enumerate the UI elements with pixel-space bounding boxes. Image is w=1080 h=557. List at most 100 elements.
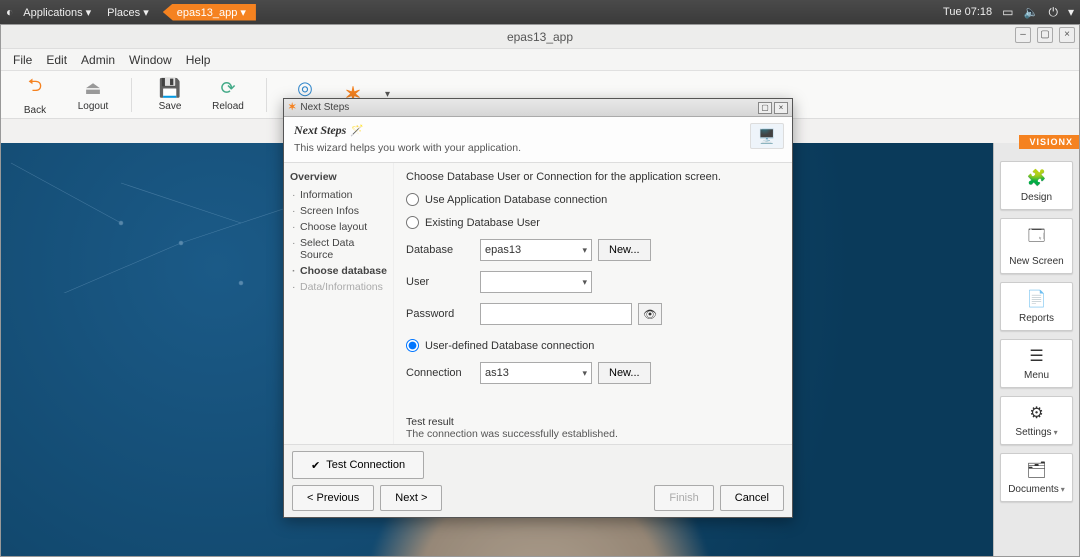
taskbar-app-tab[interactable]: epas13_app ▾ (163, 4, 256, 21)
user-combo[interactable]: ▾ (480, 271, 592, 293)
radio-userdef-connection[interactable] (406, 339, 419, 352)
side-design-label: Design (1021, 192, 1052, 203)
side-menu-button[interactable]: ☰ Menu (1000, 339, 1073, 388)
wizard-step-data-info: Data/Informations (294, 279, 387, 295)
wizard-step-screen-infos[interactable]: Screen Infos (294, 203, 387, 219)
toolbar-logout-label: Logout (78, 101, 109, 112)
visionx-brand-tag: VISIONX (1019, 135, 1079, 149)
side-reports-label: Reports (1019, 313, 1054, 324)
connection-combo-value: as13 (485, 367, 509, 379)
toolbar-back-label: Back (24, 105, 46, 116)
test-result-block: Test result The connection was successfu… (406, 416, 780, 440)
window-close-button[interactable]: × (1059, 27, 1075, 43)
reports-icon: 📄 (1027, 289, 1047, 309)
radio-use-app-db[interactable] (406, 193, 419, 206)
wizard-window-icon: ✶ (288, 102, 296, 113)
eye-icon: 👁 (643, 308, 657, 321)
side-newscreen-button[interactable]: 🗔 New Screen (1000, 218, 1073, 274)
os-menu-applications[interactable]: Applications ▾ (17, 4, 97, 21)
new-connection-button[interactable]: New... (598, 362, 651, 384)
os-clock: Tue 07:18 (943, 6, 992, 18)
label-connection: Connection (406, 367, 474, 379)
network-graphic (1, 143, 301, 293)
label-password: Password (406, 308, 474, 320)
wizard-maximize-button[interactable]: ▢ (758, 102, 772, 114)
wizard-subtitle: This wizard helps you work with your app… (294, 142, 782, 154)
wizard-content: Choose Database User or Connection for t… (394, 163, 792, 444)
password-input[interactable] (480, 303, 632, 325)
wizard-nav-heading: Overview (290, 171, 387, 183)
toolbar-logout-button[interactable]: ⏏ Logout (73, 78, 113, 112)
menu-edit[interactable]: Edit (40, 51, 73, 69)
side-reports-button[interactable]: 📄 Reports (1000, 282, 1073, 331)
previous-button[interactable]: < Previous (292, 485, 374, 511)
window-maximize-button[interactable]: ▢ (1037, 27, 1053, 43)
os-top-bar: ◐ Applications ▾ Places ▾ epas13_app ▾ T… (0, 0, 1080, 24)
toolbar-save-label: Save (159, 101, 182, 112)
wizard-dialog: ✶ Next Steps ▢ × Next Steps🪄 This wizard… (283, 98, 793, 518)
power-icon[interactable]: ⏻ (1048, 5, 1058, 20)
new-database-button[interactable]: New... (598, 239, 651, 261)
menu-help[interactable]: Help (180, 51, 217, 69)
menu-admin[interactable]: Admin (75, 51, 121, 69)
side-documents-label: Documents (1008, 484, 1059, 495)
chevron-down-icon: ▾ (1061, 485, 1065, 494)
test-result-label: Test result (406, 416, 780, 428)
newscreen-icon: 🗔 (1028, 225, 1045, 252)
chevron-down-icon: ▾ (582, 277, 587, 288)
side-design-button[interactable]: 🧩 Design (1000, 161, 1073, 210)
cancel-button[interactable]: Cancel (720, 485, 784, 511)
wizard-titlebar[interactable]: ✶ Next Steps ▢ × (284, 99, 792, 117)
toolbar-separator (266, 78, 267, 112)
label-user: User (406, 276, 474, 288)
window-minimize-button[interactable]: – (1015, 27, 1031, 43)
menu-window[interactable]: Window (123, 51, 178, 69)
screen-icon[interactable]: ▭ (1002, 5, 1013, 19)
side-panel: VISIONX 🧩 Design 🗔 New Screen 📄 Reports … (993, 143, 1079, 556)
side-settings-label: Settings (1015, 427, 1051, 438)
wizard-step-choose-db[interactable]: Choose database (294, 263, 387, 279)
radio-existing-user[interactable] (406, 216, 419, 229)
toolbar-save-button[interactable]: 💾 Save (150, 78, 190, 112)
radio-existing-user-label: Existing Database User (425, 217, 540, 229)
wizard-step-choose-layout[interactable]: Choose layout (294, 219, 387, 235)
wizard-step-information[interactable]: Information (294, 187, 387, 203)
finish-button[interactable]: Finish (654, 485, 713, 511)
connection-combo[interactable]: as13 ▾ (480, 362, 592, 384)
menu-file[interactable]: File (7, 51, 38, 69)
design-icon: 🧩 (1027, 168, 1047, 188)
wizard-header-icon: 🖥️ (750, 123, 784, 149)
wizard-instruction: Choose Database User or Connection for t… (406, 171, 780, 183)
toolbar-separator (131, 78, 132, 112)
menu-icon: ☰ (1029, 346, 1043, 366)
documents-icon: 🗂 (1026, 460, 1046, 480)
side-documents-button[interactable]: 🗂 Documents▾ (1000, 453, 1073, 502)
preview-icon: ◎ (297, 78, 313, 99)
wand-icon: 🪄 (350, 125, 364, 137)
reload-icon: ⟳ (220, 78, 235, 99)
reveal-password-button[interactable]: 👁 (638, 303, 662, 325)
user-menu-caret[interactable]: ▾ (1068, 5, 1074, 19)
side-settings-button[interactable]: ⚙ Settings▾ (1000, 396, 1073, 445)
app-menubar: File Edit Admin Window Help (1, 49, 1079, 71)
save-icon: 💾 (159, 78, 181, 99)
toolbar-back-button[interactable]: ⮌ Back (15, 73, 55, 116)
database-combo[interactable]: epas13 ▾ (480, 239, 592, 261)
next-button[interactable]: Next > (380, 485, 442, 511)
label-database: Database (406, 244, 474, 256)
wizard-header: Next Steps🪄 This wizard helps you work w… (284, 117, 792, 163)
side-menu-label: Menu (1024, 370, 1049, 381)
database-combo-value: epas13 (485, 244, 521, 256)
os-menu-places[interactable]: Places ▾ (101, 4, 155, 21)
volume-icon[interactable]: 🔈 (1024, 5, 1039, 19)
toolbar-reload-label: Reload (212, 101, 244, 112)
wizard-step-select-ds[interactable]: Select Data Source (294, 235, 387, 263)
side-newscreen-label: New Screen (1009, 256, 1063, 267)
test-connection-button[interactable]: ✔ Test Connection (292, 451, 424, 479)
test-result-message: The connection was successfully establis… (406, 428, 780, 440)
wizard-close-button[interactable]: × (774, 102, 788, 114)
chevron-down-icon: ▾ (582, 245, 587, 256)
radio-userdef-connection-label: User-defined Database connection (425, 340, 594, 352)
toolbar-reload-button[interactable]: ⟳ Reload (208, 78, 248, 112)
chevron-down-icon: ▾ (582, 368, 587, 379)
